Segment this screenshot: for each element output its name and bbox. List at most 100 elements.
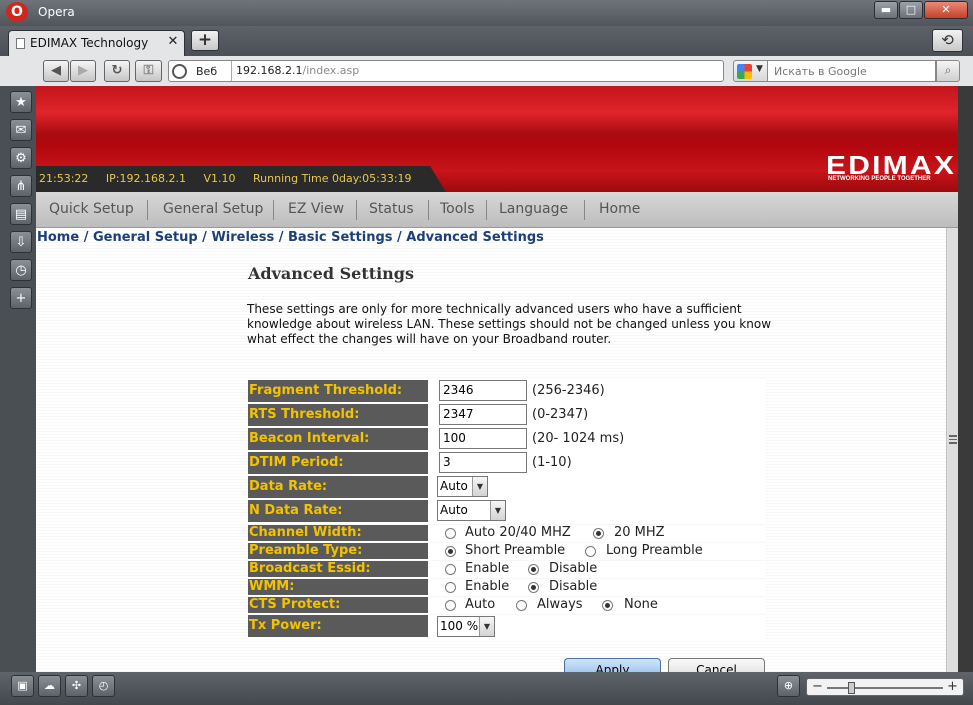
bookmarks-icon[interactable]: ★ — [10, 91, 32, 113]
address-field[interactable]: Веб 192.168.2.1/index.asp — [168, 60, 724, 82]
tx-power-select[interactable]: 100 % ▼ — [437, 616, 495, 637]
broadcast-essid-label: Broadcast Essid: — [248, 561, 428, 577]
closed-tabs-button[interactable]: ⟲ — [932, 29, 963, 52]
zoom-in-icon[interactable]: + — [947, 679, 958, 694]
preamble-short-radio[interactable] — [445, 546, 456, 557]
menu-language[interactable]: Language — [499, 201, 568, 217]
panel-toggle-icon[interactable]: ▣ — [11, 675, 34, 697]
breadcrumb[interactable]: Home / General Setup / Wireless / Basic … — [37, 230, 544, 245]
fragment-threshold-input[interactable]: 2346 — [439, 380, 527, 401]
add-panel-icon[interactable]: + — [10, 287, 32, 309]
menu-status[interactable]: Status — [369, 201, 414, 217]
speed-dial-icon[interactable]: ◴ — [92, 675, 115, 697]
dtim-period-input[interactable]: 3 — [439, 452, 527, 473]
zoom-out-icon[interactable]: − — [812, 679, 823, 694]
url-path: /index.asp — [302, 64, 360, 77]
title-bar: O Opera ▬ □ ✕ — [0, 0, 973, 26]
data-rate-select[interactable]: Auto ▼ — [437, 476, 488, 497]
chevron-down-icon: ▼ — [756, 64, 763, 74]
history-icon[interactable]: ◷ — [10, 259, 32, 281]
content-area: Home / General Setup / Wireless / Basic … — [36, 228, 946, 672]
wmm-disable-radio[interactable] — [528, 582, 539, 593]
reload-button[interactable]: ↻ — [104, 60, 130, 82]
channel-width-auto-radio[interactable] — [445, 528, 456, 539]
channel-width-row: Channel Width: Auto 20/40 MHZ 20 MHZ — [248, 525, 766, 542]
preamble-long-radio[interactable] — [585, 546, 596, 557]
mail-icon[interactable]: ✉ — [10, 119, 32, 141]
downloads-icon[interactable]: ⇩ — [10, 231, 32, 253]
menu-ez-view[interactable]: EZ View — [288, 201, 344, 217]
close-window-button[interactable]: ✕ — [924, 1, 968, 19]
cts-protect-label: CTS Protect: — [248, 597, 428, 613]
n-data-rate-label: N Data Rate: — [248, 500, 428, 522]
zoom-icon[interactable]: ⊕ — [777, 675, 800, 697]
edimax-tagline: NETWORKING PEOPLE TOGETHER — [828, 176, 931, 182]
beacon-interval-input[interactable]: 100 — [439, 428, 527, 449]
menu-tools[interactable]: Tools — [440, 201, 475, 217]
zoom-track — [827, 687, 943, 689]
search-engine-selector[interactable]: ▼ — [733, 60, 768, 82]
router-ip: IP:192.168.2.1 — [105, 172, 186, 185]
address-url[interactable]: 192.168.2.1/index.asp — [236, 64, 359, 77]
menu-home[interactable]: Home — [599, 201, 640, 217]
cts-always-radio[interactable] — [516, 600, 527, 611]
page-description: These settings are only for more technic… — [247, 302, 772, 346]
status-bar: ▣ ☁ ✣ ◴ ⊕ − + — [0, 672, 973, 705]
back-button[interactable]: ◀ — [43, 60, 69, 82]
apply-button[interactable]: Apply — [564, 658, 661, 672]
broadcast-essid-row: Broadcast Essid: Enable Disable — [248, 561, 766, 578]
menu-divider — [356, 200, 357, 220]
tab-close-icon[interactable]: ✕ — [166, 34, 180, 49]
wmm-row: WMM: Enable Disable — [248, 579, 766, 596]
cloud-icon[interactable]: ☁ — [38, 675, 61, 697]
tx-power-label: Tx Power: — [248, 615, 428, 637]
tab-title: EDIMAX Technology — [30, 36, 149, 50]
cts-none-label: None — [624, 597, 658, 612]
data-rate-row: Data Rate: Auto ▼ — [248, 476, 766, 500]
menu-quick-setup[interactable]: Quick Setup — [49, 201, 134, 217]
router-version: V1.10 — [203, 172, 236, 185]
tab-edimax[interactable]: EDIMAX Technology ✕ — [8, 30, 185, 56]
cts-none-radio[interactable] — [602, 600, 613, 611]
menu-general-setup[interactable]: General Setup — [163, 201, 263, 217]
zoom-slider[interactable]: − + — [806, 678, 964, 696]
beacon-interval-range: (20- 1024 ms) — [532, 431, 625, 446]
page-icon — [16, 38, 25, 49]
search-input[interactable]: Искать в Google — [768, 60, 936, 82]
forward-button[interactable]: ▶ — [70, 60, 96, 82]
wand-key-icon[interactable]: ⚿ — [135, 60, 162, 82]
rts-threshold-input[interactable]: 2347 — [439, 404, 527, 425]
scrollbar-grip[interactable] — [949, 435, 957, 444]
rts-threshold-row: RTS Threshold: 2347 (0-2347) — [248, 404, 766, 428]
cancel-button[interactable]: Cancel — [668, 658, 765, 672]
broadcast-disable-radio[interactable] — [528, 564, 539, 575]
maximize-button[interactable]: □ — [899, 1, 923, 19]
router-menu: Quick Setup General Setup EZ View Status… — [36, 192, 958, 228]
fragment-threshold-label: Fragment Threshold: — [248, 380, 428, 402]
share-icon[interactable]: ⋔ — [10, 175, 32, 197]
rts-threshold-label: RTS Threshold: — [248, 404, 428, 426]
cts-auto-radio[interactable] — [445, 600, 456, 611]
address-mode-label[interactable]: Веб — [196, 65, 217, 78]
new-tab-button[interactable]: + — [191, 30, 219, 51]
vertical-scrollbar[interactable] — [946, 228, 958, 672]
search-icon[interactable]: ⌕ — [936, 60, 960, 82]
channel-width-20-label: 20 MHZ — [614, 525, 665, 540]
wmm-enable-radio[interactable] — [445, 582, 456, 593]
router-time: 21:53:22 — [39, 172, 89, 185]
channel-width-20-radio[interactable] — [593, 528, 604, 539]
n-data-rate-select[interactable]: Auto ▼ — [437, 500, 506, 521]
channel-width-auto-label: Auto 20/40 MHZ — [465, 525, 571, 540]
menu-divider — [584, 200, 585, 220]
minimize-button[interactable]: ▬ — [874, 1, 898, 19]
unite-icon[interactable]: ✣ — [65, 675, 88, 697]
wmm-label: WMM: — [248, 579, 428, 595]
preamble-long-label: Long Preamble — [606, 543, 703, 558]
zoom-thumb[interactable] — [848, 682, 855, 694]
data-rate-label: Data Rate: — [248, 476, 428, 498]
url-host: 192.168.2.1 — [236, 64, 303, 77]
notes-icon[interactable]: ▤ — [10, 203, 32, 225]
broadcast-enable-radio[interactable] — [445, 564, 456, 575]
settings-icon[interactable]: ⚙ — [10, 147, 32, 169]
opera-logo-icon[interactable]: O — [6, 2, 28, 22]
